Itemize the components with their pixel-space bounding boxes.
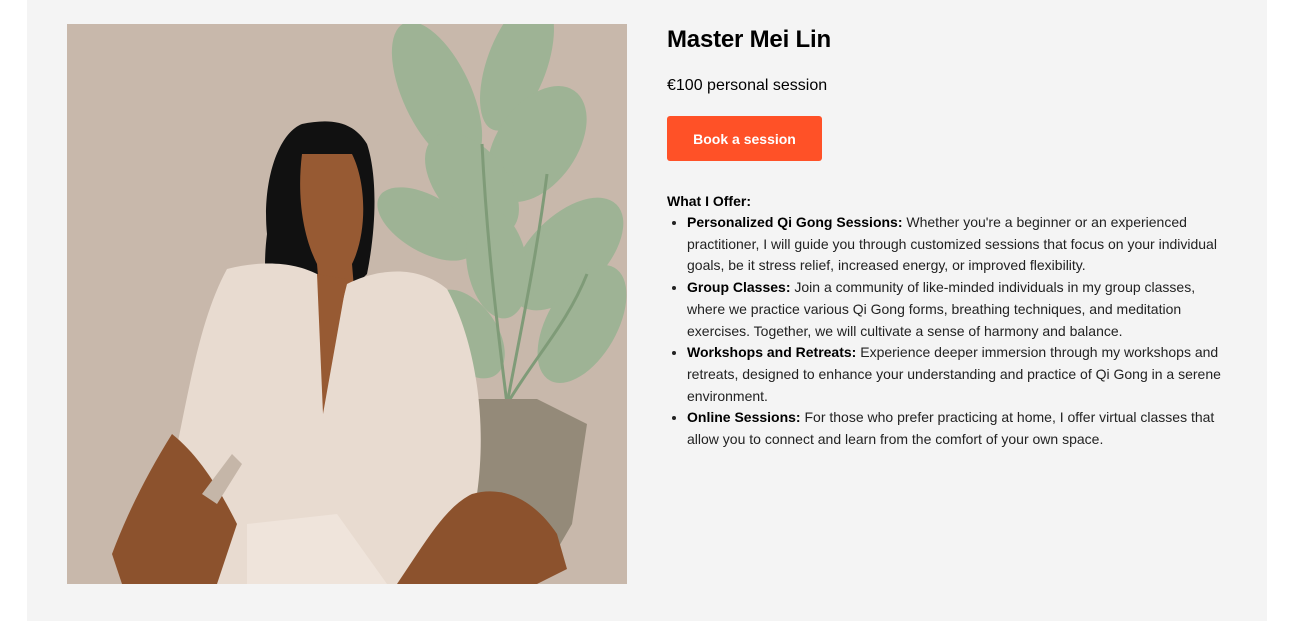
instructor-details: Master Mei Lin €100 personal session Boo… (667, 24, 1227, 451)
book-session-button[interactable]: Book a session (667, 116, 822, 161)
offer-item-title: Personalized Qi Gong Sessions: (687, 214, 903, 230)
offer-item-title: Workshops and Retreats: (687, 344, 857, 361)
list-item: Online Sessions: For those who prefer pr… (687, 407, 1227, 450)
offer-item-title: Online Sessions: (687, 409, 801, 426)
instructor-illustration (67, 24, 627, 584)
instructor-card: Master Mei Lin €100 personal session Boo… (27, 0, 1267, 621)
offer-heading: What I Offer: (667, 193, 751, 209)
list-item: Workshops and Retreats: Experience deepe… (687, 342, 1227, 407)
instructor-name: Master Mei Lin (667, 26, 831, 53)
session-price: €100 personal session (667, 77, 828, 94)
offer-item-title: Group Classes: (687, 279, 791, 296)
list-item: Personalized Qi Gong Sessions: Whether y… (687, 212, 1227, 277)
list-item: Group Classes: Join a community of like-… (687, 277, 1227, 342)
offer-list: Personalized Qi Gong Sessions: Whether y… (667, 212, 1227, 451)
